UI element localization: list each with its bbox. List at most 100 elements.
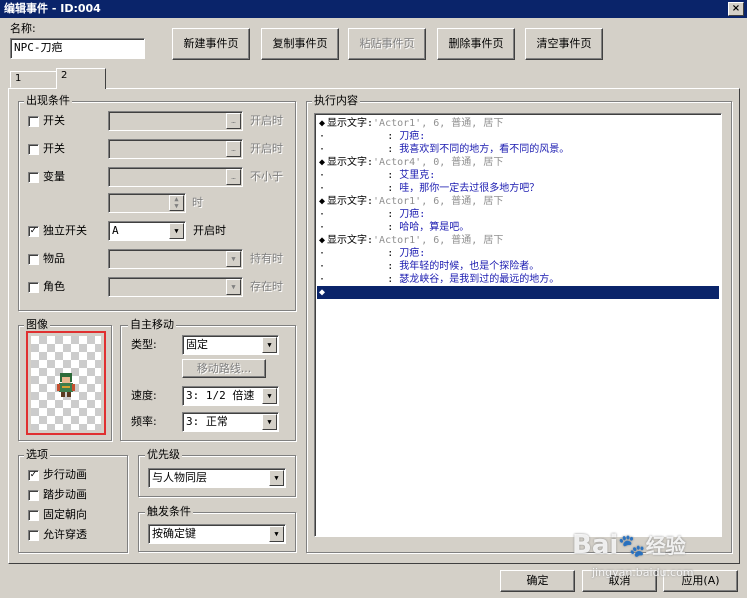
graphic-title: 图像 bbox=[24, 318, 50, 331]
command-row[interactable]: ◆ 显示文字:'Actor4', 0, 普通, 居下 bbox=[317, 156, 719, 169]
switch1-select[interactable]: … bbox=[108, 111, 243, 131]
self-switch-select[interactable]: A ▼ bbox=[108, 221, 186, 241]
walk-anim-label: 步行动画 bbox=[43, 468, 87, 481]
command-row[interactable]: · : 艾里克: bbox=[317, 169, 719, 182]
through-checkbox[interactable] bbox=[28, 530, 39, 541]
command-name: 显示文字: bbox=[327, 118, 374, 129]
ellipsis-icon: … bbox=[226, 169, 241, 185]
switch2-label: 开关 bbox=[43, 142, 65, 155]
copy-page-button[interactable]: 复制事件页 bbox=[261, 28, 339, 60]
message-text: 瑟龙峡谷，是我到过的最远的地方。 bbox=[399, 274, 560, 285]
command-row[interactable]: · : 刀疤: bbox=[317, 208, 719, 221]
window-title: 编辑事件 - ID:004 bbox=[4, 2, 101, 15]
variable-suffix: 不小于 bbox=[250, 170, 283, 183]
options-title: 选项 bbox=[24, 448, 50, 461]
command-rows: ◆ 显示文字:'Actor1', 6, 普通, 居下 · : 刀疤: · : 我喜欢到… bbox=[315, 114, 721, 299]
command-name: 显示文字: bbox=[327, 157, 374, 168]
self-switch-checkbox[interactable]: ✓ bbox=[28, 226, 39, 237]
self-switch-value: A bbox=[112, 224, 119, 237]
dot-icon: · bbox=[318, 131, 326, 142]
close-button[interactable]: × bbox=[728, 2, 744, 16]
dot-icon: · bbox=[318, 170, 326, 181]
priority-select[interactable]: 与人物同层 ▼ bbox=[148, 468, 286, 488]
message-text: 我喜欢到不同的地方，看不同的风景。 bbox=[399, 144, 570, 155]
tab-page-1[interactable]: 1 bbox=[10, 71, 58, 88]
autonomous-title: 自主移动 bbox=[128, 318, 176, 331]
indent-colon: : bbox=[327, 131, 400, 142]
command-row[interactable]: · : 哇，那你一定去过很多地方吧？ bbox=[317, 182, 719, 195]
diamond-icon: ◆ bbox=[318, 118, 326, 129]
actor-checkbox[interactable] bbox=[28, 282, 39, 293]
actor-select[interactable]: ▼ bbox=[108, 277, 243, 297]
switch1-checkbox[interactable] bbox=[28, 116, 39, 127]
move-freq-select[interactable]: 3: 正常 ▼ bbox=[182, 412, 279, 432]
indent-colon: : bbox=[327, 183, 400, 194]
graphic-preview[interactable] bbox=[26, 331, 106, 435]
command-args: 'Actor1', 6, 普通, 居下 bbox=[373, 118, 504, 129]
clear-page-button[interactable]: 清空事件页 bbox=[525, 28, 603, 60]
diamond-icon: ◆ bbox=[318, 287, 326, 298]
tab-page-2[interactable]: 2 bbox=[56, 68, 106, 89]
step-anim-checkbox[interactable] bbox=[28, 490, 39, 501]
chevron-down-icon: ▼ bbox=[226, 279, 241, 295]
dot-icon: · bbox=[318, 248, 326, 259]
item-select[interactable]: ▼ bbox=[108, 249, 243, 269]
command-row[interactable]: · : 我年轻的时候，也是个探险者。 bbox=[317, 260, 719, 273]
fixed-dir-checkbox[interactable] bbox=[28, 510, 39, 521]
move-speed-select[interactable]: 3: 1/2 倍速 ▼ bbox=[182, 386, 279, 406]
step-anim-label: 踏步动画 bbox=[43, 488, 87, 501]
move-type-select[interactable]: 固定 ▼ bbox=[182, 335, 279, 355]
trigger-select[interactable]: 按确定键 ▼ bbox=[148, 524, 286, 544]
chevron-down-icon: ▼ bbox=[262, 337, 277, 353]
message-text: 艾里克: bbox=[399, 170, 436, 181]
command-list[interactable]: ◆ 显示文字:'Actor1', 6, 普通, 居下 · : 刀疤: · : 我喜欢到… bbox=[314, 113, 722, 537]
indent-colon: : bbox=[327, 209, 400, 220]
variable-time-suffix: 时 bbox=[192, 196, 203, 209]
paste-page-button[interactable]: 粘贴事件页 bbox=[348, 28, 426, 60]
command-args: 'Actor1', 6, 普通, 居下 bbox=[373, 196, 504, 207]
move-type-label: 类型: bbox=[131, 338, 157, 351]
dot-icon: · bbox=[318, 222, 326, 233]
dot-icon: · bbox=[318, 274, 326, 285]
command-row[interactable]: ◆ 显示文字:'Actor1', 6, 普通, 居下 bbox=[317, 117, 719, 130]
variable-value-spinner[interactable]: ▲ ▼ bbox=[108, 193, 186, 213]
switch2-checkbox[interactable] bbox=[28, 144, 39, 155]
window-titlebar: 编辑事件 - ID:004 × bbox=[0, 0, 747, 18]
paw-icon: 🐾 bbox=[618, 534, 646, 559]
command-row[interactable]: ◆ bbox=[317, 286, 719, 299]
move-freq-label: 频率: bbox=[131, 415, 157, 428]
spinner-arrows-icon: ▲ ▼ bbox=[169, 195, 184, 211]
move-route-button[interactable]: 移动路线... bbox=[182, 359, 266, 378]
switch2-select[interactable]: … bbox=[108, 139, 243, 159]
indent-colon: : bbox=[327, 222, 400, 233]
variable-select[interactable]: … bbox=[108, 167, 243, 187]
name-input[interactable]: NPC-刀疤 bbox=[10, 38, 145, 59]
new-page-button[interactable]: 新建事件页 bbox=[172, 28, 250, 60]
command-row[interactable]: · : 我喜欢到不同的地方，看不同的风景。 bbox=[317, 143, 719, 156]
delete-page-button[interactable]: 删除事件页 bbox=[437, 28, 515, 60]
move-speed-label: 速度: bbox=[131, 389, 157, 402]
command-row[interactable]: · : 刀疤: bbox=[317, 130, 719, 143]
indent-colon: : bbox=[327, 170, 400, 181]
command-row[interactable]: ◆ 显示文字:'Actor1', 6, 普通, 居下 bbox=[317, 195, 719, 208]
item-checkbox[interactable] bbox=[28, 254, 39, 265]
walk-anim-checkbox[interactable]: ✓ bbox=[28, 470, 39, 481]
command-row[interactable]: ◆ 显示文字:'Actor1', 6, 普通, 居下 bbox=[317, 234, 719, 247]
character-sprite-icon bbox=[57, 373, 75, 397]
command-row[interactable]: · : 哈哈，算是吧。 bbox=[317, 221, 719, 234]
conditions-title: 出现条件 bbox=[24, 94, 72, 107]
message-text: 刀疤: bbox=[399, 248, 426, 259]
message-text: 刀疤: bbox=[399, 209, 426, 220]
indent-colon: : bbox=[327, 144, 400, 155]
variable-checkbox[interactable] bbox=[28, 172, 39, 183]
item-suffix: 持有时 bbox=[250, 252, 283, 265]
commands-title: 执行内容 bbox=[312, 94, 360, 107]
through-label: 允许穿透 bbox=[43, 528, 87, 541]
command-row[interactable]: · : 刀疤: bbox=[317, 247, 719, 260]
ok-button[interactable]: 确定 bbox=[500, 570, 575, 592]
switch1-label: 开关 bbox=[43, 114, 65, 127]
command-row[interactable]: · : 瑟龙峡谷，是我到过的最远的地方。 bbox=[317, 273, 719, 286]
message-text: 刀疤: bbox=[399, 131, 426, 142]
move-speed-value: 3: 1/2 倍速 bbox=[186, 389, 255, 402]
command-name: 显示文字: bbox=[327, 196, 374, 207]
